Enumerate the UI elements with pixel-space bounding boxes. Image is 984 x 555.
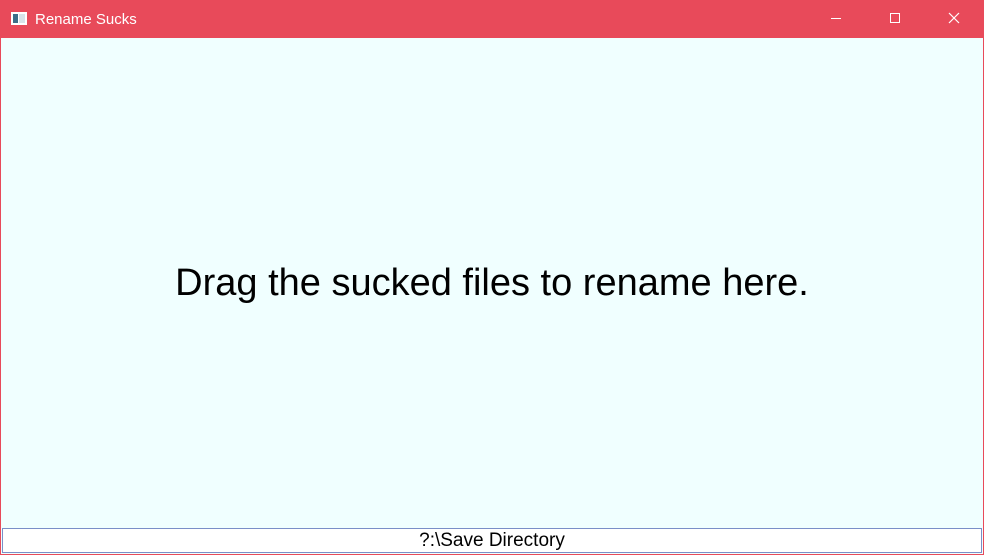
close-icon [948, 11, 960, 29]
minimize-icon [830, 11, 842, 29]
minimize-button[interactable] [807, 1, 865, 38]
app-window: Rename Sucks Drag the sucked files to re… [0, 0, 984, 555]
maximize-button[interactable] [866, 1, 924, 38]
window-title: Rename Sucks [35, 11, 137, 28]
window-app-icon [11, 12, 27, 25]
maximize-icon [889, 11, 901, 29]
save-directory-input[interactable] [2, 528, 982, 553]
file-drop-area[interactable]: Drag the sucked files to rename here. [1, 38, 983, 528]
drop-message: Drag the sucked files to rename here. [175, 262, 809, 304]
title-bar[interactable]: Rename Sucks [1, 1, 983, 38]
close-button[interactable] [925, 1, 983, 38]
